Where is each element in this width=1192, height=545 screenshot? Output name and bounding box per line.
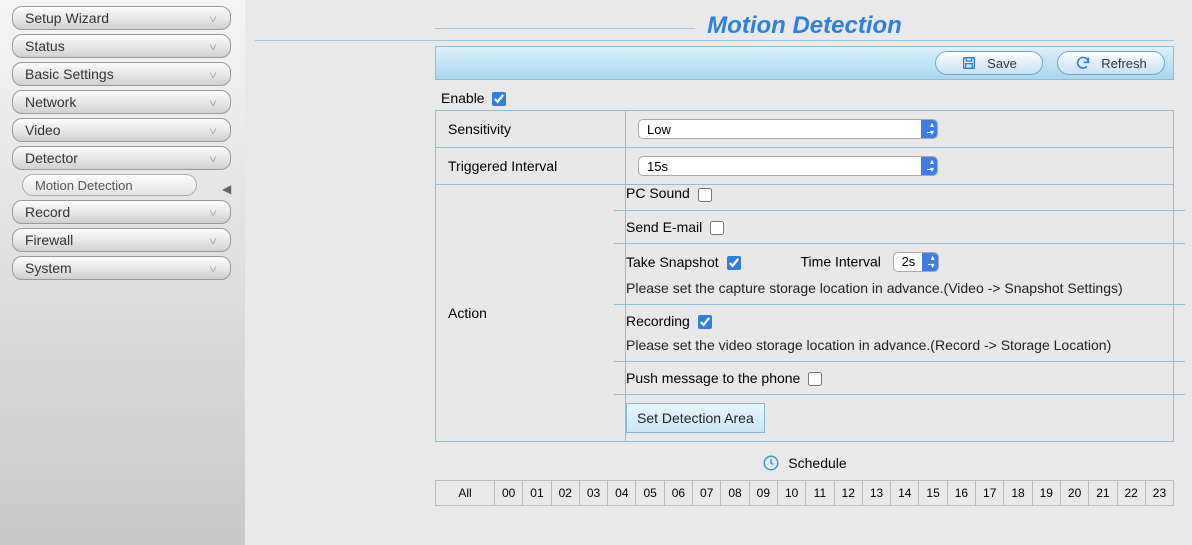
interval-select[interactable]: 15s	[638, 156, 938, 176]
all-label: All	[458, 486, 471, 500]
sidebar-item-setup-wizard[interactable]: Setup Wizard ▼	[12, 6, 231, 30]
save-button[interactable]: Save	[935, 51, 1043, 75]
clock-icon	[762, 454, 780, 472]
schedule-hour-cell[interactable]: 15	[919, 481, 947, 505]
save-icon	[961, 55, 977, 71]
sidebar-item-label: Status	[25, 38, 65, 54]
schedule-hour-cell[interactable]: 06	[665, 481, 693, 505]
time-interval-select[interactable]: 2s	[893, 252, 939, 272]
schedule-hour-cell[interactable]: 08	[721, 481, 749, 505]
chevron-down-icon: ▼	[208, 97, 218, 108]
snapshot-hint: Please set the capture storage location …	[626, 280, 1173, 296]
sidebar-item-label: Detector	[25, 150, 78, 166]
sidebar-item-label: Firewall	[25, 232, 73, 248]
chevron-down-icon: ▼	[208, 13, 218, 24]
push-message-label: Push message to the phone	[626, 370, 800, 386]
chevron-down-icon: ▼	[208, 207, 218, 218]
enable-checkbox[interactable]	[492, 92, 506, 106]
chevron-down-icon: ▼	[208, 235, 218, 246]
schedule-hour-cell[interactable]: 02	[552, 481, 580, 505]
refresh-icon	[1075, 55, 1091, 71]
schedule-hour-cell[interactable]: 23	[1146, 481, 1174, 505]
sidebar-item-detector[interactable]: Detector ▼	[12, 146, 231, 170]
button-label: Set Detection Area	[637, 410, 754, 426]
recording-hint: Please set the video storage location in…	[626, 337, 1173, 353]
schedule-hour-cell[interactable]: 05	[636, 481, 664, 505]
sensitivity-label: Sensitivity	[436, 111, 626, 148]
interval-label: Triggered Interval	[436, 148, 626, 185]
chevron-down-icon: ▼	[208, 263, 218, 274]
schedule-label: Schedule	[788, 455, 846, 471]
schedule-hour-cell[interactable]: 19	[1033, 481, 1061, 505]
enable-row: Enable	[441, 90, 1174, 106]
enable-label: Enable	[441, 90, 485, 106]
schedule-hour-cell[interactable]: 04	[608, 481, 636, 505]
schedule-hour-cell[interactable]: 10	[778, 481, 806, 505]
chevron-down-icon: ▼	[208, 41, 218, 52]
set-detection-area-button[interactable]: Set Detection Area	[626, 403, 765, 433]
schedule-all-button[interactable]: All	[435, 481, 495, 505]
take-snapshot-checkbox[interactable]	[727, 256, 741, 270]
chevron-down-icon: ▼	[208, 153, 218, 164]
button-label: Refresh	[1101, 56, 1147, 71]
sidebar-item-record[interactable]: Record ▼	[12, 200, 231, 224]
sidebar-item-label: Record	[25, 204, 70, 220]
sidebar-item-label: Setup Wizard	[25, 10, 109, 26]
sidebar-item-label: Motion Detection	[35, 178, 133, 193]
schedule-hour-cell[interactable]: 01	[523, 481, 551, 505]
main-content: Motion Detection Save Refresh Enable Sen…	[245, 0, 1192, 545]
schedule-hour-cell[interactable]: 03	[580, 481, 608, 505]
schedule-hour-cell[interactable]: 21	[1089, 481, 1117, 505]
schedule-header: Schedule	[435, 454, 1174, 472]
sidebar-item-firewall[interactable]: Firewall ▼	[12, 228, 231, 252]
toolbar: Save Refresh	[435, 46, 1174, 80]
send-email-checkbox[interactable]	[710, 221, 724, 235]
schedule-hour-cell[interactable]: 07	[693, 481, 721, 505]
schedule-hours-row: All 00 01 02 03 04 05 06 07 08 09 10 11 …	[435, 480, 1174, 506]
button-label: Save	[987, 56, 1017, 71]
pc-sound-checkbox[interactable]	[698, 188, 712, 202]
schedule-hour-cell[interactable]: 16	[948, 481, 976, 505]
schedule-hour-cell[interactable]: 13	[863, 481, 891, 505]
sidebar-item-label: Video	[25, 122, 61, 138]
schedule-hour-cell[interactable]: 22	[1118, 481, 1146, 505]
sidebar-subitem-motion-detection[interactable]: Motion Detection	[22, 174, 197, 196]
action-label: Action	[436, 185, 626, 442]
schedule-hour-cell[interactable]: 09	[750, 481, 778, 505]
schedule-hour-cell[interactable]: 20	[1061, 481, 1089, 505]
sidebar-item-system[interactable]: System ▼	[12, 256, 231, 280]
sidebar-item-status[interactable]: Status ▼	[12, 34, 231, 58]
pc-sound-label: PC Sound	[626, 185, 690, 201]
sidebar-item-label: System	[25, 260, 72, 276]
settings-table: Sensitivity Low ▴▾ Triggered Interval 1	[435, 110, 1174, 442]
pointer-left-icon: ◀	[222, 182, 231, 196]
schedule-hour-cell[interactable]: 17	[976, 481, 1004, 505]
chevron-down-icon: ▼	[208, 69, 218, 80]
schedule-hour-cell[interactable]: 11	[806, 481, 834, 505]
push-message-checkbox[interactable]	[808, 372, 822, 386]
schedule-hour-cell[interactable]: 14	[891, 481, 919, 505]
schedule-hour-cell[interactable]: 18	[1004, 481, 1032, 505]
recording-checkbox[interactable]	[698, 315, 712, 329]
take-snapshot-label: Take Snapshot	[626, 254, 719, 270]
sidebar-item-label: Network	[25, 94, 76, 110]
page-title: Motion Detection	[695, 12, 914, 40]
refresh-button[interactable]: Refresh	[1057, 51, 1165, 75]
schedule-hour-cell[interactable]: 00	[495, 481, 523, 505]
sidebar-item-video[interactable]: Video ▼	[12, 118, 231, 142]
sidebar-item-network[interactable]: Network ▼	[12, 90, 231, 114]
chevron-down-icon: ▼	[208, 125, 218, 136]
send-email-label: Send E-mail	[626, 219, 702, 235]
sensitivity-select[interactable]: Low	[638, 119, 938, 139]
time-interval-label: Time Interval	[801, 253, 881, 269]
schedule-hour-cell[interactable]: 12	[835, 481, 863, 505]
sidebar-item-label: Basic Settings	[25, 66, 114, 82]
sidebar-item-basic-settings[interactable]: Basic Settings ▼	[12, 62, 231, 86]
recording-label: Recording	[626, 313, 690, 329]
sidebar: Setup Wizard ▼ Status ▼ Basic Settings ▼…	[0, 0, 245, 545]
